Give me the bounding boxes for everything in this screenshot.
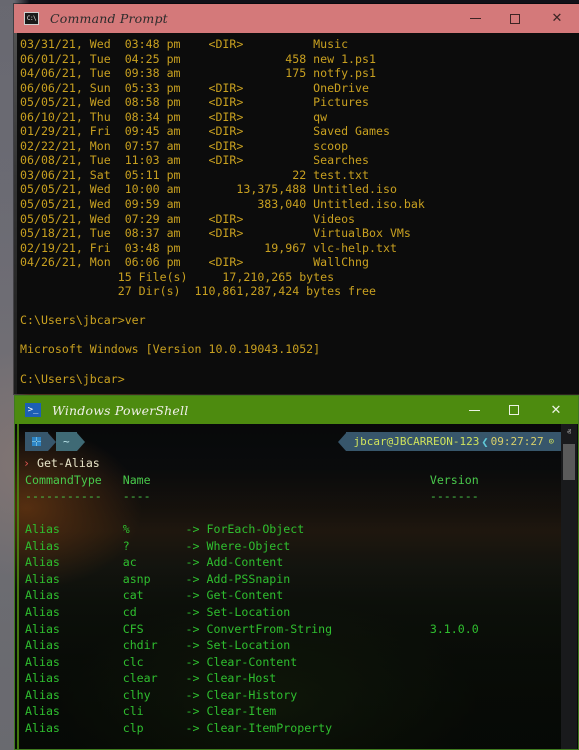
command-prompt-title: Command Prompt <box>50 11 168 26</box>
powershell-titlebar[interactable]: >_ Windows PowerShell ✕ <box>15 396 578 424</box>
command-prompt-window-controls: ✕ <box>455 4 579 33</box>
minimize-icon <box>470 18 481 19</box>
table-row: Alias % -> ForEach-Object <box>19 521 578 538</box>
maximize-button[interactable] <box>495 4 535 33</box>
chevron-left-icon <box>338 433 346 451</box>
table-row: Alias cd -> Set-Location <box>19 604 578 621</box>
cmd-output-line: C:\Users\jbcar>ver <box>20 313 579 328</box>
prompt-time: 09:27:27 <box>491 435 544 448</box>
powerline-prompt: ~ jbcar@JBCARREON-123 ❮ 09:27:27 ⊙ <box>19 432 578 454</box>
cmd-output-line: 06/01/21, Tue 04:25 pm 458 new 1.ps1 <box>20 52 579 67</box>
table-row: Alias clear -> Clear-Host <box>19 670 578 687</box>
cmd-output-line: 05/18/21, Tue 08:37 am <DIR> VirtualBox … <box>20 226 579 241</box>
cmd-blank-line <box>20 357 579 372</box>
table-row: Alias clc -> Clear-Content <box>19 654 578 671</box>
maximize-icon <box>509 405 519 415</box>
cmd-output-line: 04/26/21, Mon 06:06 pm <DIR> WallChng <box>20 255 579 270</box>
console-scrollbar[interactable]: ⱏ ⱟ <box>561 424 577 749</box>
table-row: Alias clp -> Clear-ItemProperty <box>19 720 578 737</box>
scrollbar-thumb[interactable] <box>563 444 575 480</box>
prompt-path-segment: ~ <box>56 432 77 451</box>
cmd-output-line: 02/19/21, Fri 03:48 pm 19,967 vlc-help.t… <box>20 241 579 256</box>
powershell-title: Windows PowerShell <box>52 403 188 418</box>
powershell-console[interactable]: ~ jbcar@JBCARREON-123 ❮ 09:27:27 ⊙ › Get… <box>15 424 578 749</box>
prompt-left-segments: ~ <box>25 432 85 451</box>
table-header-rule: ----------- ---- ------- <box>19 488 578 505</box>
table-spacer-row <box>19 505 578 522</box>
entered-command: Get-Alias <box>37 456 100 470</box>
cmd-output-line: 05/05/21, Wed 08:58 pm <DIR> Pictures <box>20 95 579 110</box>
table-row: Alias cli -> Clear-Item <box>19 703 578 720</box>
desktop-screen: C:\ Command Prompt ✕ 03/31/21, Wed 03:48… <box>0 0 579 750</box>
close-button[interactable]: ✕ <box>535 4 579 33</box>
ps-maximize-button[interactable] <box>494 396 534 424</box>
cmd-output-line: C:\Users\jbcar> <box>20 372 579 387</box>
powershell-window[interactable]: >_ Windows PowerShell ✕ ~ jbcar@JBCARREO… <box>14 395 579 750</box>
powershell-icon: >_ <box>25 403 41 417</box>
cmd-blank-line <box>20 299 579 314</box>
scroll-down-button[interactable]: ⱟ <box>561 732 577 749</box>
cmd-output-line: 06/08/21, Tue 11:03 am <DIR> Searches <box>20 153 579 168</box>
table-row: Alias cat -> Get-Content <box>19 587 578 604</box>
cmd-output-line: 05/05/21, Wed 07:29 am <DIR> Videos <box>20 212 579 227</box>
command-prompt-output[interactable]: 03/31/21, Wed 03:48 pm <DIR> Music 06/01/… <box>14 33 579 394</box>
table-header-row: CommandType Name Version <box>19 472 578 489</box>
cmd-output-line: 06/10/21, Thu 08:34 pm <DIR> qw <box>20 110 579 125</box>
cmd-output-line: 05/05/21, Wed 09:59 am 383,040 Untitled.… <box>20 197 579 212</box>
cmd-output-line: 02/22/21, Mon 07:57 am <DIR> scoop <box>20 139 579 154</box>
ps-close-button[interactable]: ✕ <box>534 396 578 424</box>
cmd-output-line: 27 Dir(s) 110,861,287,424 bytes free <box>20 284 579 299</box>
cmd-output-line: 04/06/21, Tue 09:38 am 175 notfy.ps1 <box>20 66 579 81</box>
cmd-output-line: 03/31/21, Wed 03:48 pm <DIR> Music <box>20 37 579 52</box>
powershell-window-controls: ✕ <box>454 396 578 424</box>
powershell-command-line[interactable]: › Get-Alias <box>19 455 578 472</box>
minimize-icon <box>469 410 480 411</box>
prompt-separator-icon: ❮ <box>479 435 490 449</box>
cmd-output-line: 01/29/21, Fri 09:45 am <DIR> Saved Games <box>20 124 579 139</box>
prompt-user-host: jbcar@JBCARREON-123 <box>354 435 480 448</box>
cmd-output-line: Microsoft Windows [Version 10.0.19043.10… <box>20 342 579 357</box>
table-row: Alias chdir -> Set-Location <box>19 637 578 654</box>
prompt-caret-icon: › <box>23 456 30 470</box>
table-row: Alias ? -> Where-Object <box>19 538 578 555</box>
powershell-output[interactable]: ~ jbcar@JBCARREON-123 ❮ 09:27:27 ⊙ › Get… <box>15 424 578 749</box>
cmd-blank-line <box>20 328 579 343</box>
get-alias-table: CommandType Name Version ----------- ----… <box>19 472 578 737</box>
prompt-right-segments: jbcar@JBCARREON-123 ❮ 09:27:27 ⊙ <box>338 432 562 451</box>
chevron-right-icon <box>77 433 85 451</box>
table-row: Alias CFS -> ConvertFrom-String 3.1.0.0 <box>19 621 578 638</box>
cmd-output-line: 03/06/21, Sat 05:11 pm 22 test.txt <box>20 168 579 183</box>
table-row: Alias ac -> Add-Content <box>19 554 578 571</box>
cmd-icon: C:\ <box>24 12 39 25</box>
table-row: Alias clhy -> Clear-History <box>19 687 578 704</box>
minimize-button[interactable] <box>455 4 495 33</box>
prompt-user-host-time: jbcar@JBCARREON-123 ❮ 09:27:27 ⊙ <box>346 432 562 451</box>
table-row: Alias asnp -> Add-PSSnapin <box>19 571 578 588</box>
scroll-up-button[interactable]: ⱏ <box>561 424 577 441</box>
chevron-right-icon <box>48 433 56 451</box>
maximize-icon <box>510 14 520 24</box>
clock-icon: ⊙ <box>549 437 554 447</box>
cmd-output-line: 15 File(s) 17,210,265 bytes <box>20 270 579 285</box>
prompt-os-segment <box>25 432 48 451</box>
ps-minimize-button[interactable] <box>454 396 494 424</box>
cmd-output-line: 06/06/21, Sun 05:33 pm <DIR> OneDrive <box>20 81 579 96</box>
command-prompt-titlebar[interactable]: C:\ Command Prompt ✕ <box>14 4 579 33</box>
windows-logo-icon <box>32 437 41 446</box>
cmd-output-line: 05/05/21, Wed 10:00 am 13,375,488 Untitl… <box>20 182 579 197</box>
command-prompt-window[interactable]: C:\ Command Prompt ✕ 03/31/21, Wed 03:48… <box>14 4 579 394</box>
